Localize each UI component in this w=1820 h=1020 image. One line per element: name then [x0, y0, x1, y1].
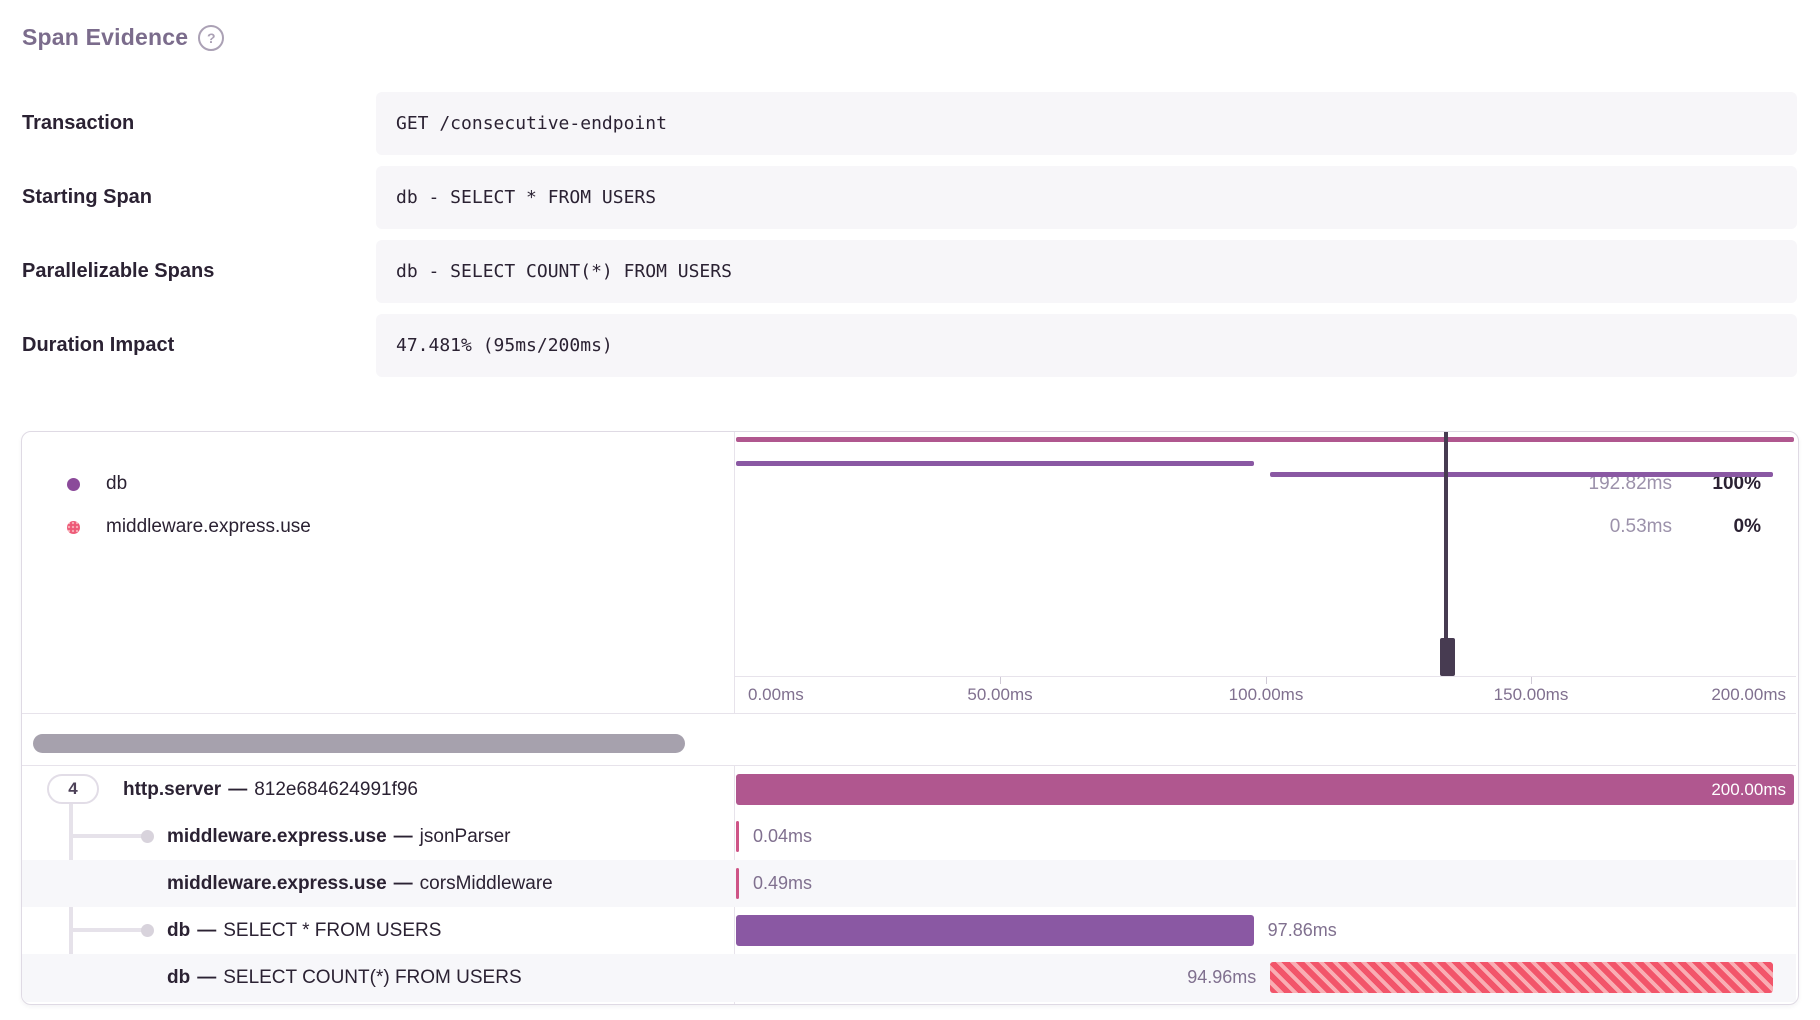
evidence-row-starting-span: Starting Span db - SELECT * FROM USERS: [0, 166, 1820, 229]
axis-tick: [1531, 677, 1532, 684]
span-description: SELECT COUNT(*) FROM USERS: [223, 967, 521, 989]
axis-label: 50.00ms: [967, 685, 1032, 705]
span-op: http.server: [123, 779, 221, 801]
page-title: Span Evidence: [22, 24, 188, 51]
span-bar-jsonparser: [736, 821, 739, 852]
evidence-value: GET /consecutive-endpoint: [376, 92, 1797, 155]
scrollbar-track[interactable]: [22, 713, 1796, 766]
span-duration-label: 0.49ms: [753, 860, 812, 907]
help-question-icon[interactable]: ?: [198, 25, 224, 51]
span-bar-corsmiddleware: [736, 868, 739, 899]
span-description: jsonParser: [420, 826, 511, 848]
section-header: Span Evidence ?: [22, 24, 224, 51]
axis-label: 100.00ms: [1229, 685, 1304, 705]
span-separator: —: [197, 920, 216, 942]
span-children-count-pill[interactable]: 4: [47, 774, 99, 804]
span-row-db-select[interactable]: db — SELECT * FROM USERS 97.86ms: [22, 907, 1796, 954]
evidence-label: Starting Span: [22, 166, 152, 229]
span-row-db-count[interactable]: db — SELECT COUNT(*) FROM USERS 94.96ms: [22, 954, 1796, 1002]
axis-label: 0.00ms: [748, 685, 804, 705]
evidence-value: 47.481% (95ms/200ms): [376, 314, 1797, 377]
axis-label: 200.00ms: [1711, 685, 1786, 705]
span-duration-label: 200.00ms: [1711, 774, 1786, 805]
legend-swatch-middleware-icon: [67, 521, 80, 534]
evidence-label: Transaction: [22, 92, 134, 155]
span-rows: 4 http.server — 812e684624991f96 200.00m…: [22, 766, 1796, 1002]
span-row-corsmiddleware[interactable]: middleware.express.use — corsMiddleware …: [22, 860, 1796, 907]
span-separator: —: [394, 826, 413, 848]
span-duration-label: 94.96ms: [734, 954, 1256, 1001]
evidence-label: Parallelizable Spans: [22, 240, 214, 303]
span-duration-label: 0.04ms: [753, 813, 812, 860]
span-op: middleware.express.use: [167, 873, 387, 895]
evidence-row-transaction: Transaction GET /consecutive-endpoint: [0, 92, 1820, 155]
scrollbar-thumb[interactable]: [33, 734, 685, 753]
axis-tick: [1000, 677, 1001, 684]
span-op: db: [167, 920, 190, 942]
evidence-row-parallelizable-spans: Parallelizable Spans db - SELECT COUNT(*…: [0, 240, 1820, 303]
span-separator: —: [394, 873, 413, 895]
legend-swatch-db-icon: [67, 478, 80, 491]
axis-tick: [1266, 677, 1267, 684]
span-duration-label: 97.86ms: [1268, 907, 1337, 954]
evidence-value: db - SELECT COUNT(*) FROM USERS: [376, 240, 1797, 303]
span-op: db: [167, 967, 190, 989]
axis-label: 150.00ms: [1494, 685, 1569, 705]
evidence-value: db - SELECT * FROM USERS: [376, 166, 1797, 229]
minimap-span-line-db-select: [736, 461, 1254, 466]
span-description: 812e684624991f96: [254, 779, 418, 801]
minimap-span-line-http-server: [736, 437, 1794, 442]
trace-minimap[interactable]: [734, 432, 1796, 676]
span-bar-db-select: [736, 915, 1254, 946]
span-row-jsonparser[interactable]: middleware.express.use — jsonParser 0.04…: [22, 813, 1796, 860]
trace-waterfall-panel: db 192.82ms 100% middleware.express.use …: [21, 431, 1799, 1005]
evidence-row-duration-impact: Duration Impact 47.481% (95ms/200ms): [0, 314, 1820, 377]
minimap-left-drag-handle[interactable]: [1440, 638, 1455, 676]
span-separator: —: [228, 779, 247, 801]
minimap-span-line-db-count: [1270, 472, 1772, 477]
span-separator: —: [197, 967, 216, 989]
span-op: middleware.express.use: [167, 826, 387, 848]
span-bar-db-count: [1270, 962, 1772, 993]
span-row-http-server[interactable]: 4 http.server — 812e684624991f96 200.00m…: [22, 766, 1796, 813]
span-description: corsMiddleware: [420, 873, 553, 895]
time-axis: 0.00ms 50.00ms 100.00ms 150.00ms 200.00m…: [734, 676, 1796, 713]
span-description: SELECT * FROM USERS: [223, 920, 441, 942]
evidence-label: Duration Impact: [22, 314, 174, 377]
span-bar-http-server: 200.00ms: [736, 774, 1794, 805]
